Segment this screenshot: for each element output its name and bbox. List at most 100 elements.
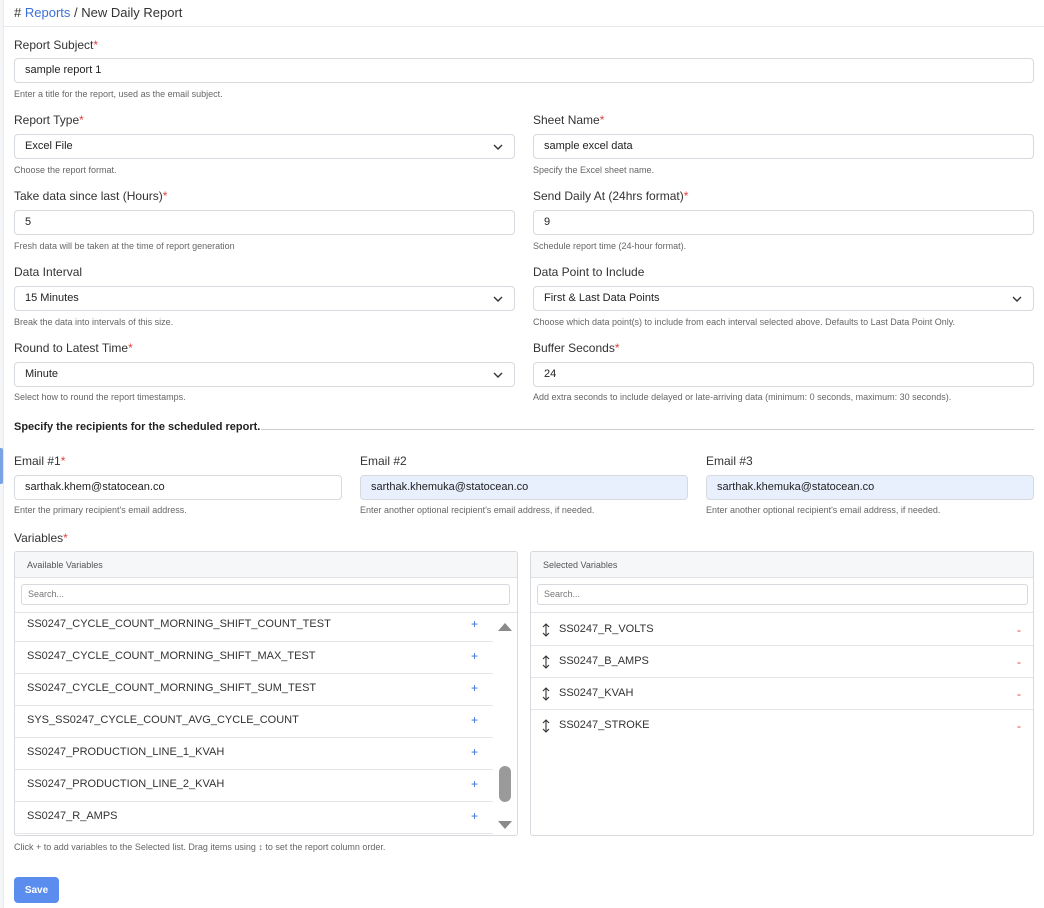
breadcrumb-hash: # (14, 5, 22, 20)
add-variable-button[interactable]: + (471, 802, 478, 831)
scrollbar-thumb[interactable] (499, 766, 511, 802)
breadcrumb-separator: / (74, 5, 78, 20)
report-type-label: Report Type* (14, 113, 84, 127)
email1-label: Email #1* (14, 454, 66, 468)
variable-name: SS0247_R_VOLTS (559, 623, 654, 635)
report-subject-input[interactable]: sample report 1 (14, 58, 1034, 83)
variable-name: SS0247_R_AMPS (27, 810, 118, 822)
sheet-name-help: Specify the Excel sheet name. (533, 165, 655, 175)
add-variable-button[interactable]: + (471, 642, 478, 671)
list-item[interactable]: SS0247_CYCLE_COUNT_MORNING_SHIFT_SUM_TES… (15, 674, 493, 706)
drag-handle-icon[interactable] (541, 687, 551, 701)
report-type-select[interactable]: Excel File (14, 134, 515, 159)
email2-label: Email #2 (360, 454, 407, 468)
save-button[interactable]: Save (14, 877, 59, 903)
email2-input[interactable]: sarthak.khemuka@statocean.co (360, 475, 688, 500)
buffer-seconds-label: Buffer Seconds* (533, 341, 620, 355)
list-item[interactable]: SS0247_R_AMPS + (15, 802, 493, 834)
remove-variable-button[interactable]: - (1017, 710, 1021, 743)
breadcrumb-reports-link[interactable]: Reports (25, 5, 71, 20)
recipients-section-divider (261, 429, 1034, 430)
drag-handle-icon[interactable] (541, 655, 551, 669)
report-subject-label: Report Subject* (14, 38, 99, 52)
variable-name: SS0247_PRODUCTION_LINE_2_KVAH (27, 778, 225, 790)
recipients-section-title: Specify the recipients for the scheduled… (14, 421, 261, 433)
selected-panel-divider (531, 612, 1033, 613)
list-item[interactable]: SS0247_CYCLE_COUNT_MORNING_SHIFT_MAX_TES… (15, 642, 493, 674)
email3-label: Email #3 (706, 454, 753, 468)
variable-name: SS0247_B_AMPS (559, 655, 649, 667)
breadcrumb: # Reports / New Daily Report (14, 4, 182, 22)
available-list-scrollbar[interactable] (495, 614, 517, 835)
selected-variables-title: Selected Variables (531, 552, 1033, 578)
list-item[interactable]: SS0247_PRODUCTION_LINE_1_KVAH + (15, 738, 493, 770)
add-variable-button[interactable]: + (471, 738, 478, 767)
list-item[interactable]: SS0247_STROKE - (531, 710, 1033, 742)
data-point-select[interactable]: First & Last Data Points (533, 286, 1034, 311)
round-time-help: Select how to round the report timestamp… (14, 392, 186, 402)
round-time-select[interactable]: Minute (14, 362, 515, 387)
buffer-seconds-input[interactable]: 24 (533, 362, 1034, 387)
data-point-value: First & Last Data Points (544, 292, 660, 304)
variable-name: SS0247_CYCLE_COUNT_MORNING_SHIFT_MAX_TES… (27, 650, 316, 662)
data-interval-help: Break the data into intervals of this si… (14, 317, 174, 327)
list-item[interactable]: SS0247_KVAH - (531, 678, 1033, 710)
send-daily-at-input[interactable]: 9 (533, 210, 1034, 235)
selected-variables-search[interactable]: Search... (537, 584, 1028, 605)
drag-handle-icon[interactable] (541, 719, 551, 733)
variables-label: Variables* (14, 531, 68, 545)
variable-name: SS0247_PRODUCTION_LINE_1_KVAH (27, 746, 225, 758)
add-variable-button[interactable]: + (471, 706, 478, 735)
remove-variable-button[interactable]: - (1017, 614, 1021, 647)
variable-name: SS0247_CYCLE_COUNT_MORNING_SHIFT_SUM_TES… (27, 682, 317, 694)
available-variables-panel: Available Variables Search... SS0247_CYC… (14, 551, 518, 836)
add-variable-button[interactable]: + (471, 770, 478, 799)
take-data-since-help: Fresh data will be taken at the time of … (14, 241, 235, 251)
round-time-value: Minute (25, 368, 59, 380)
available-variables-search[interactable]: Search... (21, 584, 510, 605)
variables-help-note: Click + to add variables to the Selected… (14, 842, 386, 852)
report-type-value: Excel File (25, 140, 73, 152)
add-variable-button[interactable]: + (471, 610, 478, 639)
chevron-down-icon (493, 296, 503, 302)
list-item[interactable]: SS0247_PRODUCTION_LINE_2_KVAH + (15, 770, 493, 802)
email2-help: Enter another optional recipient's email… (360, 505, 595, 515)
take-data-since-label: Take data since last (Hours)* (14, 189, 168, 203)
data-interval-label: Data Interval (14, 265, 83, 279)
email3-input[interactable]: sarthak.khemuka@statocean.co (706, 475, 1034, 500)
scroll-down-arrow-icon[interactable] (497, 820, 513, 830)
chevron-down-icon (493, 144, 503, 150)
list-item[interactable]: SS0247_R_VOLTS - (531, 614, 1033, 646)
scroll-up-arrow-icon[interactable] (497, 622, 513, 632)
variable-name: SS0247_KVAH (559, 687, 634, 699)
sheet-name-input[interactable]: sample excel data (533, 134, 1034, 159)
breadcrumb-current: New Daily Report (81, 5, 183, 20)
send-daily-at-label: Send Daily At (24hrs format)* (533, 189, 689, 203)
list-item[interactable]: SS0247_CYCLE_COUNT_MORNING_SHIFT_COUNT_T… (15, 610, 493, 642)
buffer-seconds-help: Add extra seconds to include delayed or … (533, 392, 952, 402)
selected-variables-panel: Selected Variables Search... SS0247_R_VO… (530, 551, 1034, 836)
available-variables-title: Available Variables (15, 552, 517, 578)
remove-variable-button[interactable]: - (1017, 646, 1021, 679)
data-interval-value: 15 Minutes (25, 292, 79, 304)
email1-input[interactable]: sarthak.khem@statocean.co (14, 475, 342, 500)
data-point-label: Data Point to Include (533, 265, 645, 279)
data-interval-select[interactable]: 15 Minutes (14, 286, 515, 311)
header-divider (4, 26, 1044, 27)
variable-name: SS0247_STROKE (559, 719, 650, 731)
email3-help: Enter another optional recipient's email… (706, 505, 941, 515)
list-item[interactable]: SS0247_B_AMPS - (531, 646, 1033, 678)
data-point-help: Choose which data point(s) to include fr… (533, 317, 956, 327)
drag-handle-icon[interactable] (541, 623, 551, 637)
round-time-label: Round to Latest Time* (14, 341, 133, 355)
left-active-marker (0, 448, 3, 484)
list-item[interactable]: SYS_SS0247_CYCLE_COUNT_AVG_CYCLE_COUNT + (15, 706, 493, 738)
take-data-since-input[interactable]: 5 (14, 210, 515, 235)
report-subject-help: Enter a title for the report, used as th… (14, 89, 223, 99)
add-variable-button[interactable]: + (471, 674, 478, 703)
remove-variable-button[interactable]: - (1017, 678, 1021, 711)
email1-help: Enter the primary recipient's email addr… (14, 505, 187, 515)
chevron-down-icon (1012, 296, 1022, 302)
sheet-name-label: Sheet Name* (533, 113, 605, 127)
variable-name: SYS_SS0247_CYCLE_COUNT_AVG_CYCLE_COUNT (27, 714, 299, 726)
